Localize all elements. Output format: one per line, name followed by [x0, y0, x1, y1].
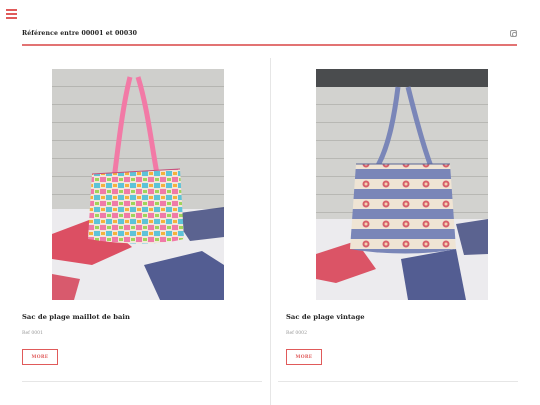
product-ref: Ref 0002 [286, 331, 308, 336]
row-divider [278, 381, 518, 382]
product-image[interactable] [316, 69, 488, 300]
row-divider [22, 381, 262, 382]
page-title: Référence entre 00001 et 00030 [22, 30, 138, 37]
product-ref: Ref 0001 [22, 331, 44, 336]
header-accent-rule [22, 44, 517, 46]
more-button[interactable]: MORE [22, 349, 58, 365]
instagram-icon[interactable] [510, 30, 517, 37]
more-button[interactable]: MORE [286, 349, 322, 365]
product-title[interactable]: Sac de plage vintage [286, 313, 365, 321]
hamburger-menu-icon[interactable] [6, 9, 17, 19]
column-divider [270, 58, 271, 405]
product-image[interactable] [52, 69, 224, 300]
product-title[interactable]: Sac de plage maillot de bain [22, 313, 130, 321]
